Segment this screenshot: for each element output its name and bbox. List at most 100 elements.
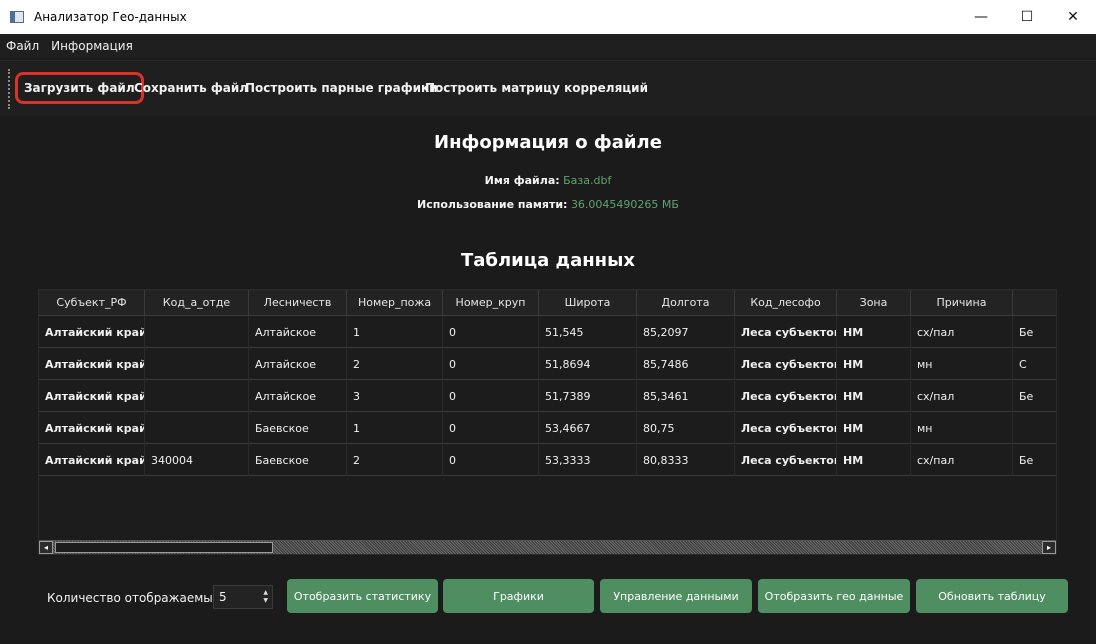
table-cell[interactable]: 2: [347, 348, 443, 380]
save-file-button[interactable]: Сохранить файл: [134, 75, 248, 101]
table-cell[interactable]: 85,7486: [637, 348, 735, 380]
table-cell[interactable]: 340004: [145, 444, 249, 476]
table-cell[interactable]: НМ: [837, 380, 911, 412]
column-header[interactable]: Широта: [539, 290, 637, 316]
table-cell[interactable]: 1: [347, 316, 443, 348]
table-cell[interactable]: 85,2097: [637, 316, 735, 348]
table-cell[interactable]: мн: [911, 412, 1013, 444]
rows-count-input[interactable]: [214, 587, 250, 607]
table-cell[interactable]: 1: [347, 412, 443, 444]
minimize-icon[interactable]: —: [958, 0, 1004, 34]
table-cell[interactable]: Алтайский край: [39, 348, 145, 380]
column-header[interactable]: Субъект_РФ: [39, 290, 145, 316]
table-cell[interactable]: Алтайский край: [39, 380, 145, 412]
table-cell[interactable]: Алтайский край: [39, 316, 145, 348]
table-cell[interactable]: сх/пал: [911, 316, 1013, 348]
table-cell[interactable]: [145, 348, 249, 380]
show-geo-data-button[interactable]: Отобразить гео данные: [758, 579, 910, 613]
table-cell[interactable]: 0: [443, 348, 539, 380]
table-cell[interactable]: Леса субъектов: [735, 348, 837, 380]
table-row[interactable]: Алтайский край Баевское 1 0 53,4667 80,75 Леса…: [39, 412, 1056, 444]
table-cell[interactable]: 53,3333: [539, 444, 637, 476]
table-cell[interactable]: Баевское: [249, 412, 347, 444]
table-cell[interactable]: 80,8333: [637, 444, 735, 476]
column-header[interactable]: Код_лесофо: [735, 290, 837, 316]
column-header[interactable]: Номер_круп: [443, 290, 539, 316]
table-cell[interactable]: 51,545: [539, 316, 637, 348]
table-cell[interactable]: сх/пал: [911, 380, 1013, 412]
horizontal-scrollbar[interactable]: ◂ ▸: [39, 540, 1056, 554]
column-header[interactable]: Причина: [911, 290, 1013, 316]
menu-file[interactable]: Файл: [6, 39, 39, 53]
close-icon[interactable]: ✕: [1050, 0, 1096, 34]
table-cell[interactable]: НМ: [837, 348, 911, 380]
table-cell[interactable]: Алтайское: [249, 348, 347, 380]
show-statistics-button[interactable]: Отобразить статистику: [287, 579, 438, 613]
table-cell[interactable]: НМ: [837, 412, 911, 444]
table-cell[interactable]: 0: [443, 316, 539, 348]
table-cell[interactable]: Алтайский край: [39, 444, 145, 476]
scroll-left-icon[interactable]: ◂: [39, 541, 53, 554]
table-cell[interactable]: Бе: [1013, 444, 1056, 476]
scroll-right-icon[interactable]: ▸: [1042, 541, 1056, 554]
spin-arrows[interactable]: ▲ ▼: [263, 589, 268, 605]
column-header[interactable]: Код_а_отде: [145, 290, 249, 316]
table-cell[interactable]: Леса субъектов: [735, 412, 837, 444]
table-cell[interactable]: НМ: [837, 316, 911, 348]
maximize-icon[interactable]: ☐: [1004, 0, 1050, 34]
memory-usage-line: Использование памяти: 36.0045490265 МБ: [0, 198, 1096, 211]
correlation-matrix-button[interactable]: Построить матрицу корреляций: [425, 75, 648, 101]
table-cell[interactable]: Бе: [1013, 380, 1056, 412]
table-cell[interactable]: 51,8694: [539, 348, 637, 380]
table-row[interactable]: Алтайский край 340004 Баевское 2 0 53,3333 80,…: [39, 444, 1056, 476]
table-cell[interactable]: [145, 380, 249, 412]
table-cell[interactable]: 85,3461: [637, 380, 735, 412]
table-cell[interactable]: [1013, 412, 1056, 444]
table-row[interactable]: Алтайский край Алтайское 3 0 51,7389 85,3461 Л…: [39, 380, 1056, 412]
column-header[interactable]: Зона: [837, 290, 911, 316]
manage-data-button[interactable]: Управление данными: [600, 579, 752, 613]
table-cell[interactable]: Алтайский край: [39, 412, 145, 444]
column-header[interactable]: Номер_пожа: [347, 290, 443, 316]
spin-up-icon[interactable]: ▲: [263, 589, 268, 597]
table-row[interactable]: Алтайский край Алтайское 1 0 51,545 85,2097 Ле…: [39, 316, 1056, 348]
table-cell[interactable]: 3: [347, 380, 443, 412]
file-name-label: Имя файла:: [484, 174, 560, 187]
table-cell[interactable]: НМ: [837, 444, 911, 476]
load-file-button[interactable]: Загрузить файл: [15, 72, 144, 104]
column-header[interactable]: [1013, 290, 1056, 316]
menu-info[interactable]: Информация: [51, 39, 133, 53]
graphs-button[interactable]: Графики: [443, 579, 594, 613]
table-cell[interactable]: Леса субъектов: [735, 380, 837, 412]
table-cell[interactable]: Алтайское: [249, 316, 347, 348]
table-cell[interactable]: [145, 316, 249, 348]
table-cell[interactable]: Баевское: [249, 444, 347, 476]
table-cell[interactable]: 0: [443, 380, 539, 412]
table-cell[interactable]: Бе: [1013, 316, 1056, 348]
table-cell[interactable]: мн: [911, 348, 1013, 380]
rows-count-spinbox[interactable]: ▲ ▼: [213, 585, 273, 609]
spin-down-icon[interactable]: ▼: [263, 597, 268, 605]
table-cell[interactable]: сх/пал: [911, 444, 1013, 476]
table-row[interactable]: Алтайский край Алтайское 2 0 51,8694 85,7486 Л…: [39, 348, 1056, 380]
table-cell[interactable]: С: [1013, 348, 1056, 380]
table-cell[interactable]: 80,75: [637, 412, 735, 444]
refresh-table-button[interactable]: Обновить таблицу: [916, 579, 1068, 613]
table-cell[interactable]: 0: [443, 444, 539, 476]
table-cell[interactable]: Леса субъектов: [735, 316, 837, 348]
table-cell[interactable]: Алтайское: [249, 380, 347, 412]
table-cell[interactable]: 51,7389: [539, 380, 637, 412]
data-table[interactable]: Субъект_РФ Код_а_отде Лесничеств Номер_пожа…: [38, 289, 1057, 555]
toolbar-grip-handle[interactable]: [8, 69, 11, 109]
scrollbar-thumb[interactable]: [55, 542, 273, 553]
column-header[interactable]: Лесничеств: [249, 290, 347, 316]
pair-plots-button[interactable]: Построить парные графики: [245, 75, 438, 101]
table-cell[interactable]: 53,4667: [539, 412, 637, 444]
column-header[interactable]: Долгота: [637, 290, 735, 316]
table-cell[interactable]: Леса субъектов: [735, 444, 837, 476]
menu-bar: Файл Информация: [0, 34, 1096, 58]
table-cell[interactable]: 0: [443, 412, 539, 444]
table-cell[interactable]: 2: [347, 444, 443, 476]
table-cell[interactable]: [145, 412, 249, 444]
rows-count-label: Количество отображаемых с: [47, 591, 231, 605]
